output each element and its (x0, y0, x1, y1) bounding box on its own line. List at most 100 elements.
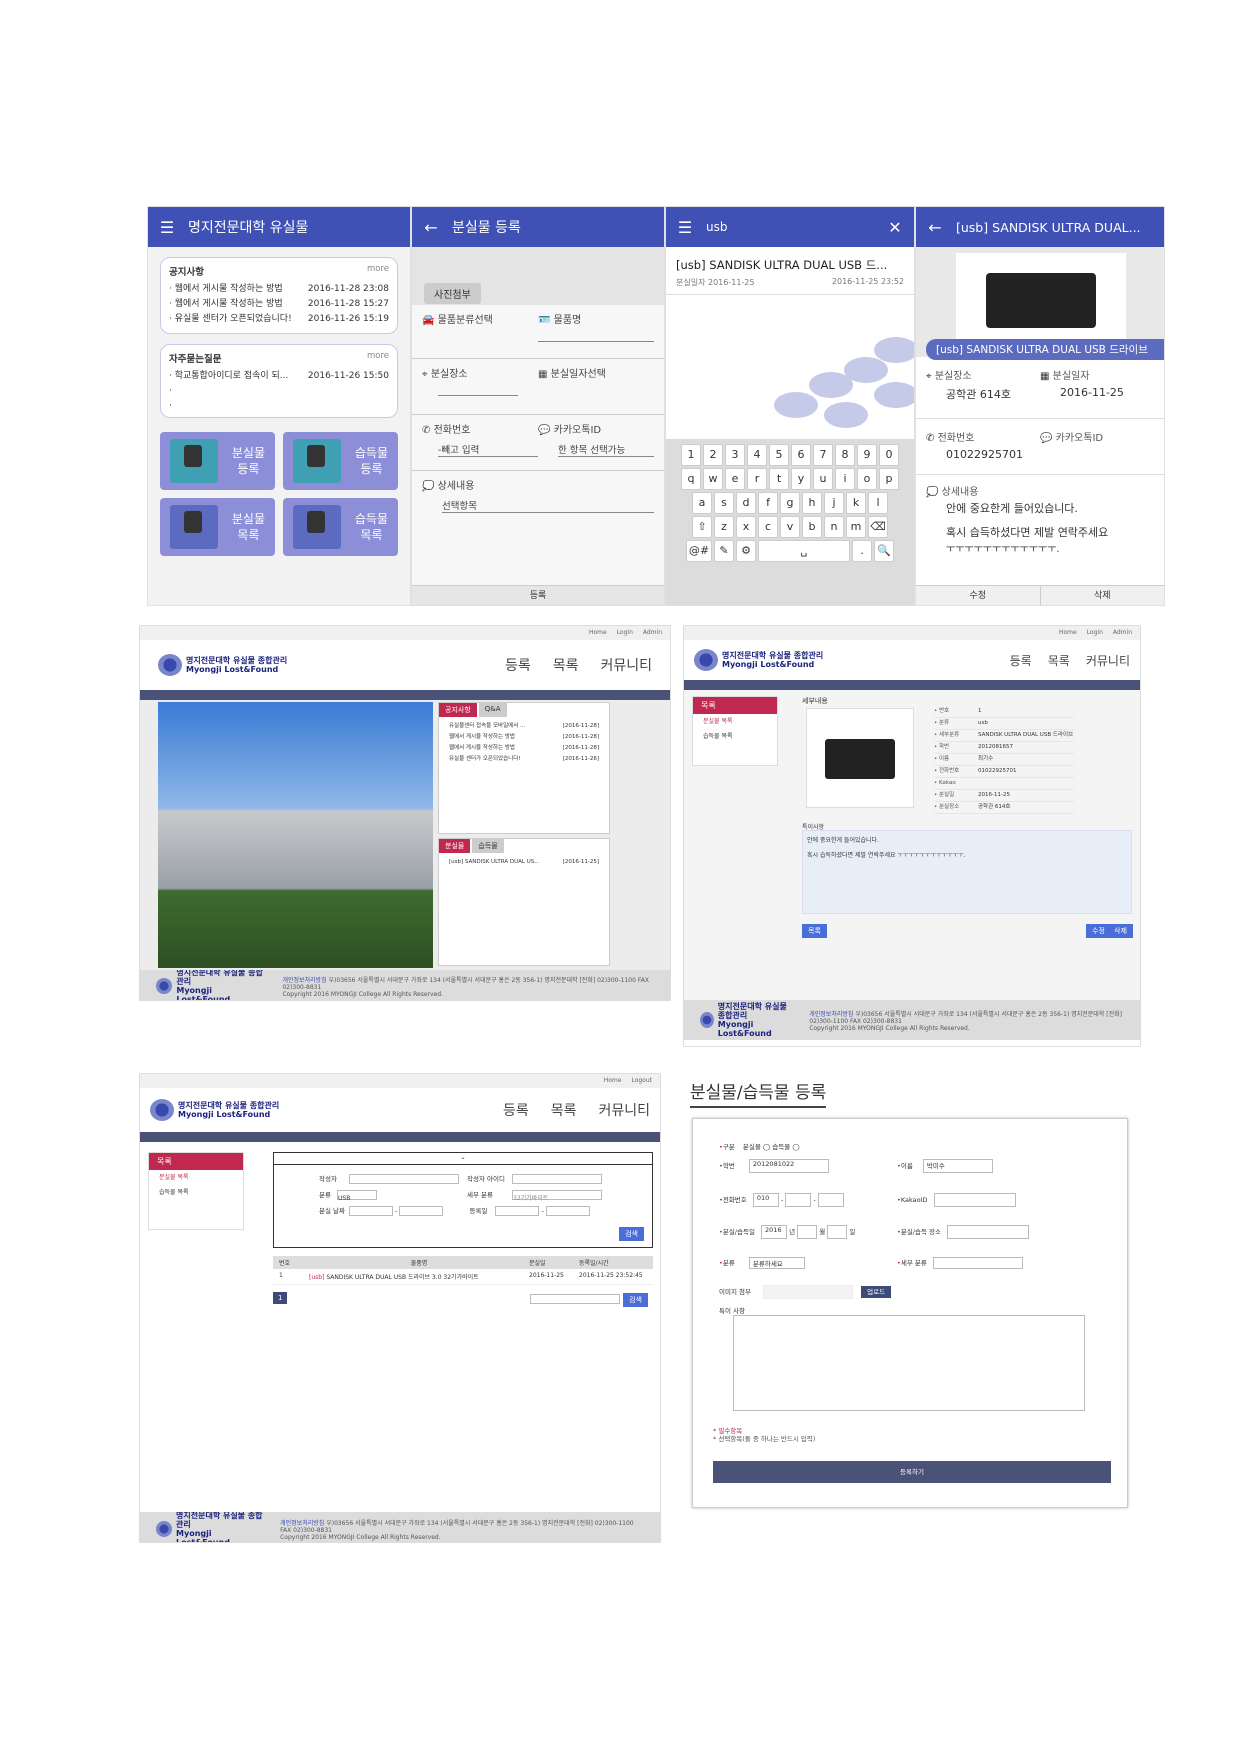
nav-register[interactable]: 등록 (1010, 652, 1032, 669)
faq-more-link[interactable]: more (367, 351, 389, 365)
found-register-button[interactable]: 습득물 등록 (283, 432, 398, 490)
list-item[interactable]: · (169, 399, 389, 414)
lost-list-button[interactable]: 분실물 목록 (160, 498, 275, 556)
upload-button[interactable]: 업로드 (861, 1286, 892, 1298)
kakao-input[interactable]: 한 항목 선택가능 (558, 442, 654, 457)
logout-link[interactable]: Logout (631, 1077, 652, 1085)
list-item[interactable]: · 웹에서 게시물 작성하는 방법 2016-11-28 15:27 (169, 297, 389, 312)
list-item[interactable]: [usb] SANDISK ULTRA DUAL US... [2016-11-2… (449, 857, 599, 868)
key-j[interactable]: j (824, 492, 844, 514)
close-icon[interactable]: ✕ (886, 218, 904, 237)
found-radio[interactable]: ◯ (792, 1143, 799, 1151)
detail-input[interactable]: 선택항목 (442, 498, 654, 513)
key-7[interactable]: 7 (813, 444, 833, 466)
delete-button[interactable]: 삭제 (1041, 586, 1165, 605)
key-q[interactable]: q (681, 468, 701, 490)
search-query-input[interactable]: usb (706, 220, 874, 234)
back-arrow-icon[interactable]: ← (926, 218, 944, 237)
notice-more-link[interactable]: more (367, 264, 389, 278)
submit-button[interactable]: 등록 (412, 585, 664, 605)
site-logo[interactable]: 명지전문대학 유실물 종합관리 Myongji Lost&Found (158, 654, 287, 676)
list-item[interactable]: · 유실물 센터가 오픈되었습니다! 2016-11-26 15:19 (169, 312, 389, 327)
found-list-button[interactable]: 습득물 목록 (283, 498, 398, 556)
list-button[interactable]: 목록 (802, 924, 827, 938)
tab-found[interactable]: 습득물 (472, 839, 504, 853)
list-item[interactable]: 유실물 센터가 오픈되었습니다! [2016-11-26] (449, 754, 599, 765)
nav-list[interactable]: 목록 (1048, 652, 1070, 669)
privacy-link[interactable]: 개인정보처리방침 (282, 977, 326, 984)
key-3[interactable]: 3 (725, 444, 745, 466)
pagination-page-1[interactable]: 1 (273, 1292, 288, 1304)
key-o[interactable]: o (857, 468, 877, 490)
key-p[interactable]: p (879, 468, 899, 490)
site-logo[interactable]: 명지전문대학 유실물 종합관리 Myongji Lost&Found (150, 1099, 279, 1121)
writer-id-input[interactable] (512, 1174, 602, 1184)
phone-input-1[interactable]: 010 (752, 1193, 779, 1207)
period-key[interactable]: . (852, 540, 872, 562)
kakao-input[interactable] (933, 1193, 1016, 1207)
key-m[interactable]: m (846, 516, 866, 538)
item-name-input[interactable] (538, 326, 654, 342)
note-textarea[interactable] (733, 1315, 1085, 1411)
side-item-lost[interactable]: 분실물 목록 (693, 714, 777, 729)
key-y[interactable]: y (791, 468, 811, 490)
key-d[interactable]: d (736, 492, 756, 514)
name-input[interactable]: 박미수 (922, 1159, 993, 1173)
home-link[interactable]: Home (604, 1077, 622, 1085)
image-path-input[interactable] (763, 1285, 854, 1299)
bottom-search-input[interactable] (530, 1294, 620, 1304)
key-h[interactable]: h (802, 492, 822, 514)
home-link[interactable]: Home (589, 629, 607, 637)
privacy-link[interactable]: 개인정보처리방침 (280, 1520, 324, 1527)
tab-notice[interactable]: 공지사항 (439, 703, 477, 717)
menu-icon[interactable]: ☰ (676, 218, 694, 237)
nav-community[interactable]: 커뮤니티 (598, 1100, 650, 1120)
home-link[interactable]: Home (1059, 629, 1077, 637)
key-t[interactable]: t (769, 468, 789, 490)
category-select[interactable]: 물품분류선택 (438, 315, 493, 326)
list-item[interactable]: 웹에서 게시물 작성하는 방법 [2016-11-28] (449, 743, 599, 754)
date-select[interactable]: 분실일자선택 (551, 369, 606, 380)
reg-date-to[interactable] (545, 1206, 590, 1216)
key-2[interactable]: 2 (703, 444, 723, 466)
key-8[interactable]: 8 (835, 444, 855, 466)
key-b[interactable]: b (802, 516, 822, 538)
phone-input-3[interactable] (817, 1193, 844, 1207)
key-w[interactable]: w (703, 468, 723, 490)
board-select[interactable]: ⌄ (274, 1153, 652, 1165)
key-c[interactable]: c (758, 516, 778, 538)
key-r[interactable]: r (747, 468, 767, 490)
shift-key[interactable]: ⇧ (692, 516, 712, 538)
admin-link[interactable]: Admin (1113, 629, 1132, 637)
side-item-lost[interactable]: 분실물 목록 (149, 1170, 243, 1185)
lost-date-to[interactable] (399, 1206, 444, 1216)
phone-value[interactable]: 01022925701 (946, 448, 1040, 461)
tab-lost[interactable]: 분실물 (439, 839, 471, 853)
key-k[interactable]: k (846, 492, 866, 514)
nav-register[interactable]: 등록 (503, 1100, 529, 1120)
key-g[interactable]: g (780, 492, 800, 514)
privacy-link[interactable]: 개인정보처리방침 (809, 1011, 853, 1018)
side-item-found[interactable]: 습득물 목록 (693, 729, 777, 744)
space-key[interactable]: ␣ (758, 540, 850, 562)
key-i[interactable]: i (835, 468, 855, 490)
photo-attach-button[interactable]: 사진첨부 (424, 283, 481, 304)
list-item[interactable]: · (169, 384, 389, 399)
login-link[interactable]: Login (1087, 629, 1103, 637)
key-x[interactable]: x (736, 516, 756, 538)
submit-button[interactable]: 등록하기 (713, 1461, 1111, 1483)
menu-icon[interactable]: ☰ (158, 218, 176, 237)
back-arrow-icon[interactable]: ← (422, 218, 440, 237)
key-v[interactable]: v (780, 516, 800, 538)
side-item-found[interactable]: 습득물 목록 (149, 1185, 243, 1200)
symbols-key[interactable]: @# (686, 540, 712, 562)
category-select[interactable]: 분류하세요 (748, 1257, 805, 1269)
key-f[interactable]: f (758, 492, 778, 514)
login-link[interactable]: Login (617, 629, 633, 637)
nav-community[interactable]: 커뮤니티 (600, 655, 652, 675)
key-e[interactable]: e (725, 468, 745, 490)
search-button[interactable]: 검색 (619, 1227, 644, 1241)
student-id-input[interactable]: 2012081022 (748, 1159, 829, 1173)
lost-date-from[interactable] (349, 1206, 393, 1216)
reg-date-from[interactable] (495, 1206, 540, 1216)
